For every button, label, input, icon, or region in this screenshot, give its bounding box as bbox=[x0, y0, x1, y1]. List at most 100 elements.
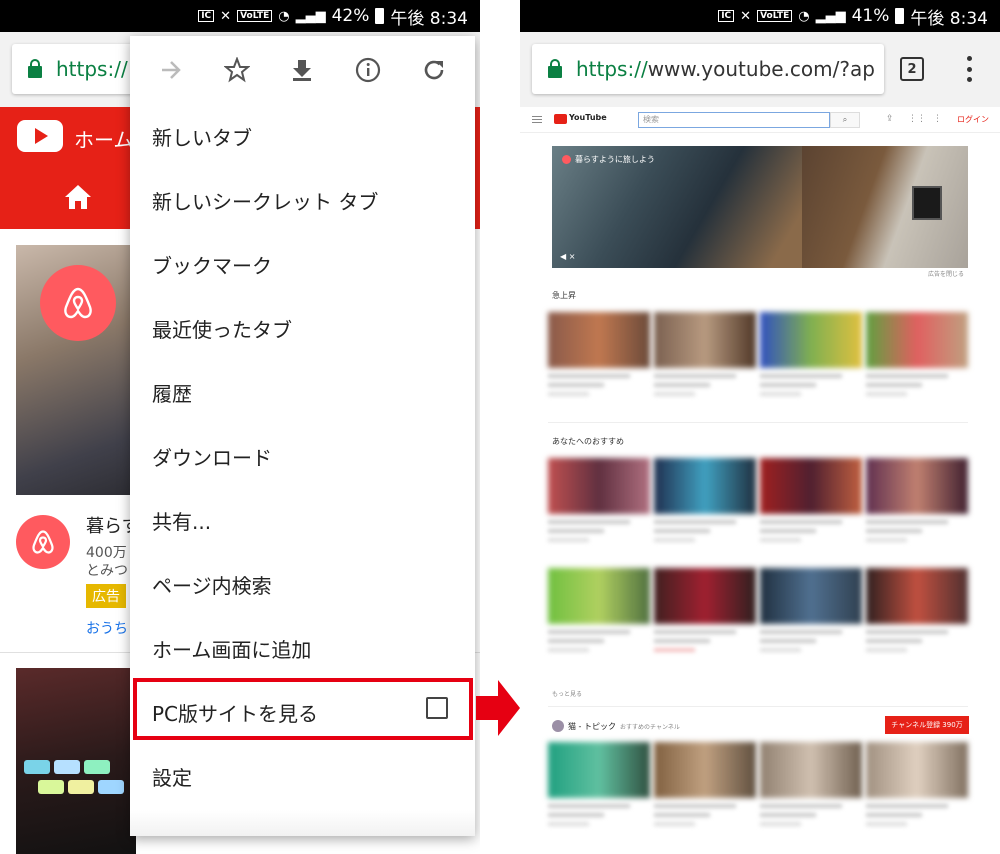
menu-item-settings[interactable]: 設定 bbox=[152, 762, 192, 791]
video-thumbnail bbox=[654, 742, 756, 798]
login-button[interactable]: ログイン bbox=[957, 114, 989, 125]
video-meta bbox=[866, 520, 968, 548]
reload-icon[interactable] bbox=[419, 55, 449, 85]
download-icon[interactable] bbox=[287, 55, 317, 85]
ic-card-icon: IC bbox=[718, 10, 735, 22]
menu-item-recent-tabs[interactable]: 最近使ったタブ bbox=[152, 314, 292, 343]
video-card[interactable] bbox=[866, 568, 968, 658]
menu-item-share[interactable]: 共有... bbox=[152, 506, 211, 535]
menu-item-downloads[interactable]: ダウンロード bbox=[152, 442, 272, 471]
volte-icon: VoLTE bbox=[237, 10, 273, 22]
video-thumbnail bbox=[548, 568, 650, 624]
menu-item-find-in-page[interactable]: ページ内検索 bbox=[152, 570, 272, 599]
video-card[interactable] bbox=[654, 458, 756, 548]
menu-item-new-tab[interactable]: 新しいタブ bbox=[152, 122, 252, 151]
omnibox[interactable]: https://www.youtube.com/?ap bbox=[532, 44, 884, 94]
video-views: 400万 bbox=[86, 545, 127, 561]
channel-link[interactable]: おうち bbox=[86, 618, 128, 638]
video-card[interactable] bbox=[760, 312, 862, 402]
apps-grid-icon[interactable]: ⋮⋮ bbox=[908, 114, 926, 124]
hero-image-right bbox=[802, 146, 968, 268]
airbnb-logo-icon bbox=[562, 155, 571, 164]
hero-screen-prop bbox=[912, 186, 942, 220]
forward-icon[interactable] bbox=[156, 55, 186, 85]
video-meta bbox=[866, 630, 968, 658]
video-thumbnail bbox=[866, 312, 968, 368]
video-card[interactable] bbox=[654, 568, 756, 658]
masthead-ad-video[interactable]: 暮らすように旅しよう ◀ × bbox=[552, 146, 968, 268]
video-card[interactable] bbox=[548, 742, 650, 832]
search-button[interactable]: ⌕ bbox=[830, 112, 860, 128]
video-card[interactable] bbox=[654, 742, 756, 832]
video-card[interactable] bbox=[760, 568, 862, 658]
video-row-recommended-1 bbox=[548, 458, 968, 548]
video-card[interactable] bbox=[866, 458, 968, 548]
pad-light bbox=[38, 780, 64, 794]
youtube-logo-icon[interactable] bbox=[17, 120, 63, 152]
video-card[interactable] bbox=[760, 742, 862, 832]
subscribe-button[interactable]: チャンネル登録 390万 bbox=[885, 716, 969, 734]
ad-badge: 広告 bbox=[86, 584, 126, 608]
menu-scroll-fade bbox=[130, 810, 475, 836]
youtube-logo-icon[interactable] bbox=[554, 114, 567, 124]
video-meta bbox=[760, 630, 862, 658]
show-more-link[interactable]: もっと見る bbox=[552, 689, 582, 698]
channel-name[interactable]: 猫 - トピック bbox=[568, 721, 616, 732]
video-thumbnail-2[interactable] bbox=[16, 668, 136, 854]
wifi-icon: ◔ bbox=[278, 8, 290, 24]
video-card[interactable] bbox=[654, 312, 756, 402]
video-card[interactable] bbox=[760, 458, 862, 548]
desktop-site-checkbox[interactable] bbox=[426, 697, 448, 719]
battery-icon bbox=[895, 8, 905, 24]
youtube-logo-text[interactable]: YouTube bbox=[569, 113, 607, 122]
video-thumbnail bbox=[654, 312, 756, 368]
star-icon[interactable] bbox=[222, 55, 252, 85]
video-thumbnail bbox=[548, 458, 650, 514]
more-icon[interactable]: ⋮ bbox=[933, 114, 942, 124]
pad-light bbox=[98, 780, 124, 794]
home-icon[interactable] bbox=[63, 183, 93, 211]
divider bbox=[548, 706, 968, 707]
menu-item-add-to-home[interactable]: ホーム画面に追加 bbox=[152, 634, 311, 663]
menu-item-history[interactable]: 履歴 bbox=[152, 378, 192, 407]
upload-icon[interactable]: ⇪ bbox=[886, 114, 894, 124]
video-meta bbox=[866, 374, 968, 402]
video-meta bbox=[760, 804, 862, 832]
video-meta bbox=[654, 374, 756, 402]
left-phone-screen: IC ✕ VoLTE ◔ ▂▄▆ 42% 午後 8:34 https:// ホー… bbox=[0, 0, 480, 854]
mute-icon: ✕ bbox=[220, 8, 232, 24]
url-text: https:// bbox=[56, 57, 128, 81]
volte-icon: VoLTE bbox=[757, 10, 793, 22]
menu-item-bookmarks[interactable]: ブックマーク bbox=[152, 250, 272, 279]
video-meta bbox=[760, 374, 862, 402]
video-thumbnail bbox=[548, 742, 650, 798]
comparison-screenshot: IC ✕ VoLTE ◔ ▂▄▆ 42% 午後 8:34 https:// ホー… bbox=[0, 0, 1000, 854]
channel-avatar[interactable] bbox=[552, 720, 564, 732]
video-card[interactable] bbox=[866, 312, 968, 402]
search-input[interactable]: 検索 bbox=[638, 112, 830, 128]
video-card[interactable] bbox=[548, 312, 650, 402]
video-subtitle: とみつ bbox=[86, 563, 128, 579]
video-card[interactable] bbox=[548, 458, 650, 548]
video-thumbnail bbox=[760, 312, 862, 368]
hamburger-icon[interactable] bbox=[532, 116, 542, 123]
video-meta bbox=[548, 630, 650, 658]
mute-icon[interactable]: ◀ × bbox=[560, 252, 575, 261]
menu-item-desktop-site[interactable]: PC版サイトを見る bbox=[152, 698, 318, 727]
menu-item-incognito-tab[interactable]: 新しいシークレット タブ bbox=[152, 186, 378, 215]
lock-icon bbox=[28, 58, 42, 78]
airbnb-logo-icon bbox=[40, 265, 116, 341]
section-title-recommended: あなたへのおすすめ bbox=[552, 437, 624, 446]
menu-kebab-icon[interactable] bbox=[966, 56, 972, 82]
video-card[interactable] bbox=[548, 568, 650, 658]
video-card[interactable] bbox=[866, 742, 968, 832]
video-meta bbox=[654, 630, 756, 658]
clock: 午後 8:34 bbox=[390, 8, 468, 29]
video-row-recommended-2 bbox=[548, 568, 968, 658]
video-thumbnail bbox=[548, 312, 650, 368]
channel-avatar[interactable] bbox=[16, 515, 70, 569]
close-ad-link[interactable]: 広告を閉じる bbox=[928, 269, 964, 278]
info-icon[interactable] bbox=[353, 55, 383, 85]
lock-icon bbox=[548, 58, 562, 78]
tab-switcher-button[interactable]: 2 bbox=[900, 57, 924, 81]
